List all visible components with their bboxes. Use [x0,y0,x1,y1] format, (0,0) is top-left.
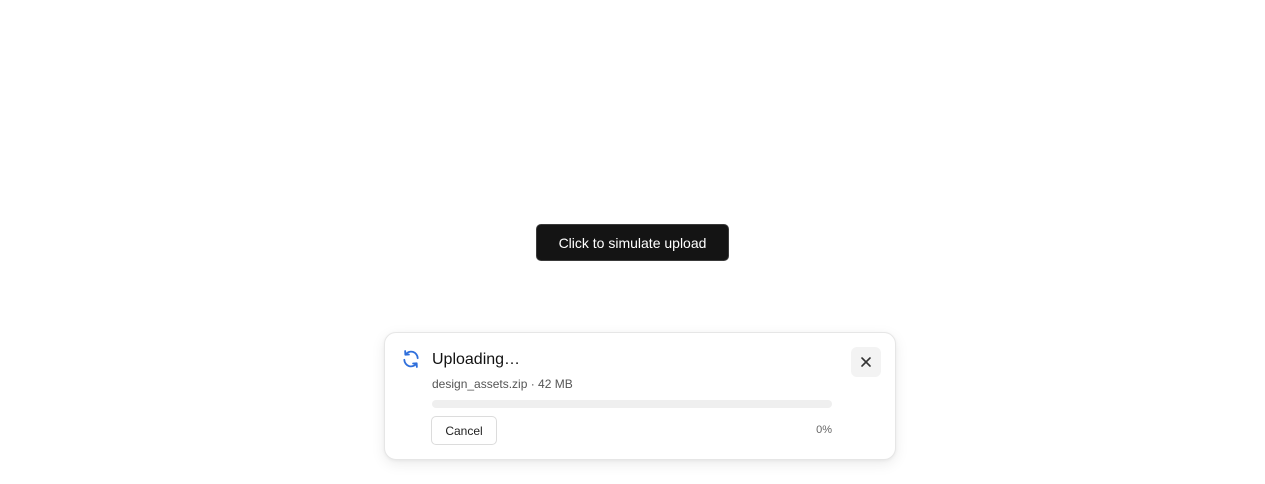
toast-title: Uploading… [432,351,521,368]
file-info: design_assets.zip · 42 MB [432,377,573,391]
simulate-upload-button[interactable]: Click to simulate upload [536,224,729,261]
refresh-icon [401,349,421,369]
page: Click to simulate upload Uploading… desi… [0,0,1265,484]
close-icon [859,355,873,369]
close-button[interactable] [851,347,881,377]
cancel-button[interactable]: Cancel [431,416,497,445]
progress-bar [432,400,832,408]
upload-toast: Uploading… design_assets.zip · 42 MB Can… [384,332,896,460]
progress-percent: 0% [816,424,832,436]
